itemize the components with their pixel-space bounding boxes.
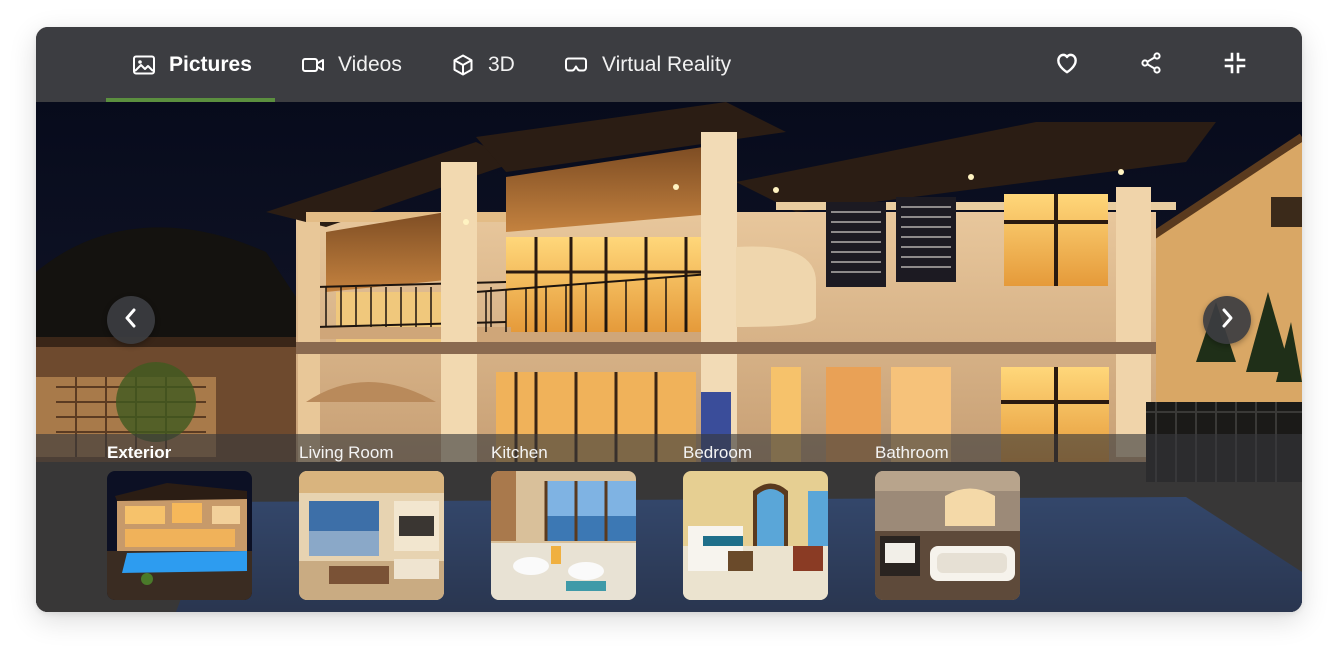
thumbnail-image	[299, 471, 444, 600]
previous-photo-button[interactable]	[107, 296, 155, 344]
heart-icon	[1054, 50, 1080, 81]
chevron-left-icon	[122, 306, 140, 335]
next-photo-button[interactable]	[1203, 296, 1251, 344]
chevron-right-icon	[1218, 306, 1236, 335]
thumbnail-image	[107, 471, 252, 600]
thumbnail-label: Exterior	[107, 443, 172, 462]
share-button[interactable]	[1137, 51, 1165, 79]
share-icon	[1139, 51, 1163, 80]
tab-label: Virtual Reality	[602, 52, 732, 76]
thumbnail-label: Kitchen	[491, 443, 548, 462]
thumbnail-strip: Exterior Living Room Kitchen Bedroom Bat…	[36, 434, 1302, 612]
video-camera-icon	[301, 53, 325, 77]
collapse-icon	[1223, 51, 1247, 80]
thumbnail-label: Bathroom	[875, 443, 949, 462]
thumbnail-label: Living Room	[299, 443, 394, 462]
thumbnail-image	[683, 471, 828, 600]
tab-label: Pictures	[169, 52, 252, 76]
active-tab-indicator	[106, 98, 275, 102]
thumbnail-image	[875, 471, 1020, 600]
media-viewer: Pictures Videos 3D Virtual Reality Exter…	[36, 27, 1302, 612]
tab-pictures[interactable]: Pictures	[132, 27, 252, 102]
thumbnail-image	[491, 471, 636, 600]
tab-3d[interactable]: 3D	[451, 27, 515, 102]
tab-videos[interactable]: Videos	[301, 27, 402, 102]
tab-label: Videos	[338, 52, 402, 76]
media-tab-bar: Pictures Videos 3D Virtual Reality	[36, 27, 1302, 102]
tab-label: 3D	[488, 52, 515, 76]
cube-icon	[451, 53, 475, 77]
image-icon	[132, 53, 156, 77]
favorite-button[interactable]	[1053, 51, 1081, 79]
exit-fullscreen-button[interactable]	[1221, 51, 1249, 79]
vr-headset-icon	[563, 53, 589, 77]
tab-virtual-reality[interactable]: Virtual Reality	[563, 27, 731, 102]
thumbnail-label: Bedroom	[683, 443, 752, 462]
